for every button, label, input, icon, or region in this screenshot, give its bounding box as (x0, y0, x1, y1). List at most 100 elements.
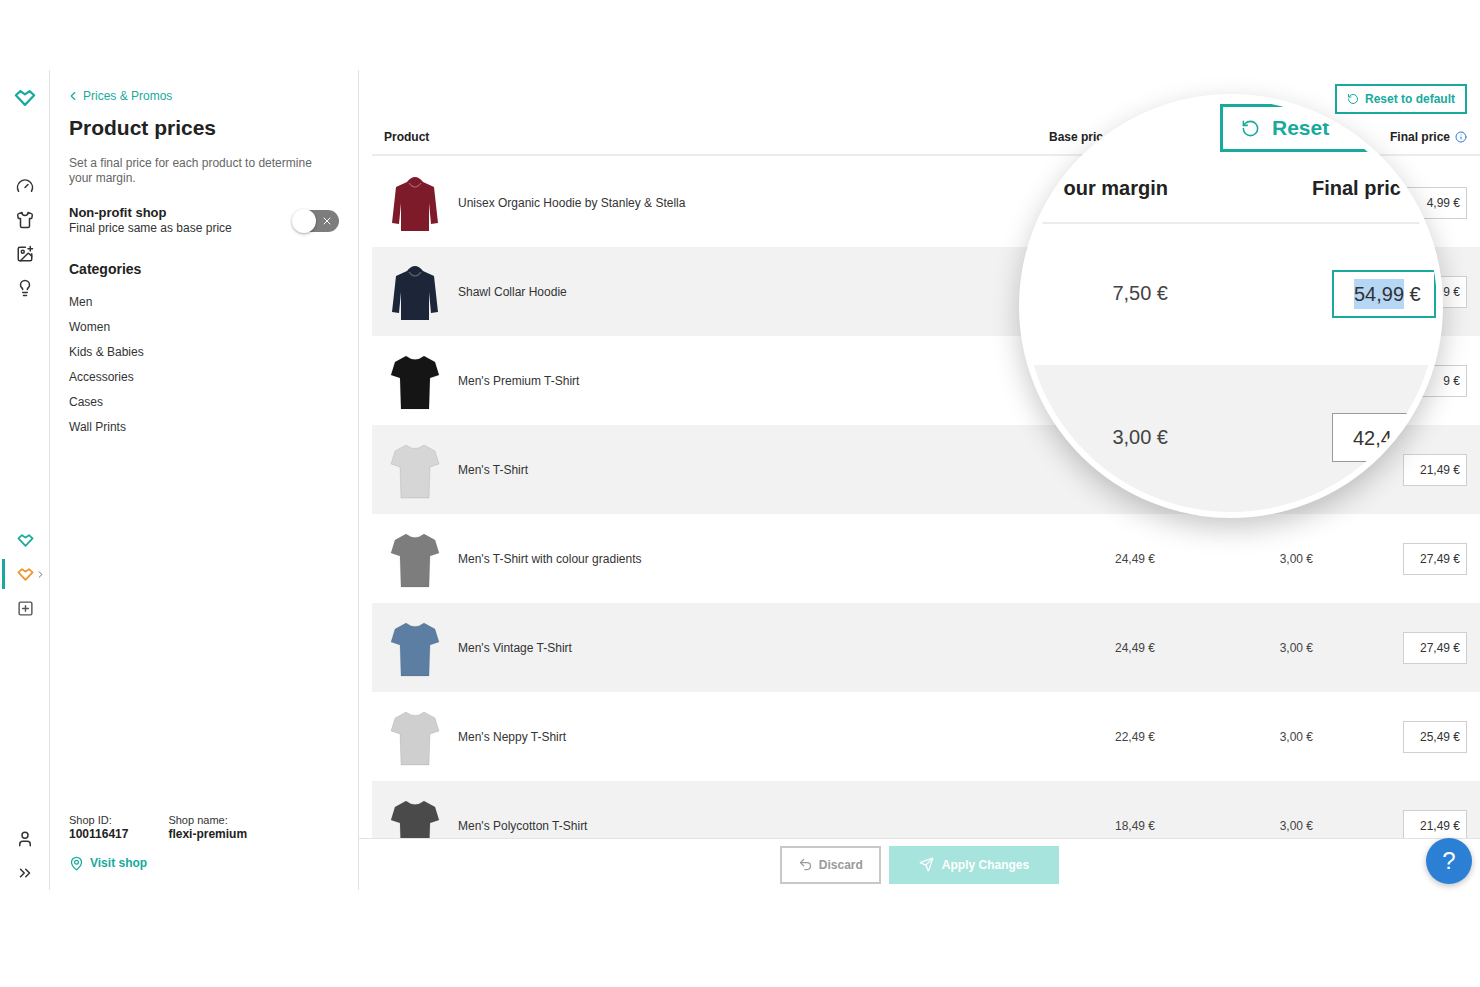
tshirt-icon (390, 440, 440, 500)
product-image (390, 796, 440, 839)
hoodie-icon (390, 173, 440, 233)
table-row[interactable]: Men's Vintage T-Shirt 24,49 €3,00 € 27,49 … (372, 603, 1480, 692)
base-price: 18,49 € (1035, 817, 1155, 835)
category-item[interactable]: Women (69, 314, 339, 339)
magnified-margin: 7,50 € (1025, 279, 1168, 307)
product-image (390, 618, 440, 678)
margin: 3,00 € (1155, 550, 1313, 568)
margin: 3,00 € (1155, 817, 1313, 835)
icon-rail (0, 70, 50, 890)
back-link[interactable]: Prices & Promos (69, 88, 339, 104)
active-bar (2, 559, 5, 589)
pin-icon (69, 856, 84, 871)
shop-logo-icon (17, 533, 34, 548)
reset-icon (1241, 119, 1260, 138)
product-name: Men's T-Shirt with colour gradients (458, 550, 641, 568)
base-price: 24,49 € (1035, 639, 1155, 657)
base-price: 22,49 € (1035, 728, 1155, 746)
user-icon (16, 830, 34, 848)
magnifier: Reset our margin Final pric 7,50 € 54,99 € 3,… (1019, 94, 1443, 518)
tshirt-icon (390, 796, 440, 839)
shop-logo-icon (17, 567, 34, 582)
shop-item[interactable] (0, 591, 50, 625)
ideas-icon (16, 279, 34, 297)
category-list: MenWomenKids & BabiesAccessoriesCasesWal… (69, 289, 339, 439)
visit-shop-link[interactable]: Visit shop (69, 854, 339, 872)
base-price: 24,49 € (1035, 550, 1155, 568)
products-icon (16, 211, 34, 229)
non-profit-toggle[interactable] (293, 210, 339, 232)
brand-logo-icon (14, 88, 36, 108)
tshirt-icon (390, 707, 440, 767)
category-item[interactable]: Accessories (69, 364, 339, 389)
product-image (390, 351, 440, 411)
info-icon[interactable] (1455, 131, 1467, 143)
magnified-column-header: our margin (1025, 174, 1168, 202)
add-shop-icon (17, 600, 34, 617)
category-item[interactable]: Wall Prints (69, 414, 339, 439)
magnified-column-header: Final pric (1312, 174, 1401, 202)
page-title: Product prices (69, 114, 339, 142)
chevron-right-icon (35, 569, 46, 580)
column-header: Product (372, 128, 1035, 146)
apply-icon (919, 857, 934, 872)
table-row[interactable]: Men's Neppy T-Shirt 22,49 €3,00 € 25,49 € (372, 692, 1480, 781)
action-bar: DiscardApply Changes (359, 838, 1480, 890)
table-row[interactable]: Men's Polycotton T-Shirt 18,49 €3,00 € 21,… (372, 781, 1480, 838)
expand-icon (16, 864, 34, 882)
magnified-margin: 3,00 € (1025, 423, 1168, 451)
rail-item[interactable] (0, 822, 50, 856)
product-name: Men's Premium T-Shirt (458, 372, 579, 390)
undo-icon (798, 857, 813, 872)
hoodie-icon (390, 262, 440, 322)
side-panel: Prices & Promos Product prices Set a final… (50, 70, 359, 890)
margin: 3,00 € (1155, 639, 1313, 657)
tshirt-icon (390, 351, 440, 411)
product-image (390, 440, 440, 500)
categories-title: Categories (69, 260, 339, 278)
help-button[interactable]: ? (1426, 838, 1472, 884)
designs-icon (16, 245, 34, 263)
product-name: Men's T-Shirt (458, 461, 528, 479)
final-price-input[interactable]: 27,49 € (1403, 632, 1467, 664)
product-image (390, 529, 440, 589)
product-name: Men's Polycotton T-Shirt (458, 817, 587, 835)
product-name: Shawl Collar Hoodie (458, 283, 567, 301)
page: Prices & Promos Product prices Set a final… (0, 0, 1480, 987)
rail-item[interactable] (0, 856, 50, 890)
page-description: Set a final price for each product to de… (69, 156, 339, 186)
magnified-reset-button[interactable]: Reset (1220, 104, 1440, 152)
product-image (390, 707, 440, 767)
final-price-input[interactable]: 27,49 € (1403, 543, 1467, 575)
magnified-final-price-input[interactable]: 54,99 € (1332, 270, 1436, 318)
product-name: Men's Neppy T-Shirt (458, 728, 566, 746)
apply-button[interactable]: Apply Changes (889, 846, 1059, 884)
magnified-final-price-input[interactable]: 42,4 (1332, 413, 1443, 462)
category-item[interactable]: Men (69, 289, 339, 314)
table-row[interactable]: Men's T-Shirt with colour gradients 24,49… (372, 514, 1480, 603)
category-item[interactable]: Kids & Babies (69, 339, 339, 364)
dashboard-icon (16, 177, 34, 195)
discard-button[interactable]: Discard (780, 846, 881, 884)
shop-info: Shop ID:100116417Shop name:flexi-premium (69, 813, 339, 842)
product-image (390, 262, 440, 322)
product-name: Unisex Organic Hoodie by Stanley & Stell… (458, 194, 685, 212)
rail-item[interactable] (0, 169, 50, 203)
final-price-input[interactable]: 21,49 € (1403, 810, 1467, 839)
category-item[interactable]: Cases (69, 389, 339, 414)
shop-item[interactable] (0, 523, 50, 557)
rail-item[interactable] (0, 203, 50, 237)
product-name: Men's Vintage T-Shirt (458, 639, 572, 657)
shop-item[interactable] (0, 557, 50, 591)
product-image (390, 173, 440, 233)
rail-item[interactable] (0, 237, 50, 271)
non-profit-row: Non-profit shopFinal price same as base … (69, 205, 339, 236)
tshirt-icon (390, 618, 440, 678)
tshirt-icon (390, 529, 440, 589)
rail-item[interactable] (0, 271, 50, 305)
off-icon (321, 215, 333, 227)
app: Prices & Promos Product prices Set a final… (0, 70, 1480, 890)
back-icon (66, 89, 80, 103)
margin: 3,00 € (1155, 728, 1313, 746)
final-price-input[interactable]: 25,49 € (1403, 721, 1467, 753)
